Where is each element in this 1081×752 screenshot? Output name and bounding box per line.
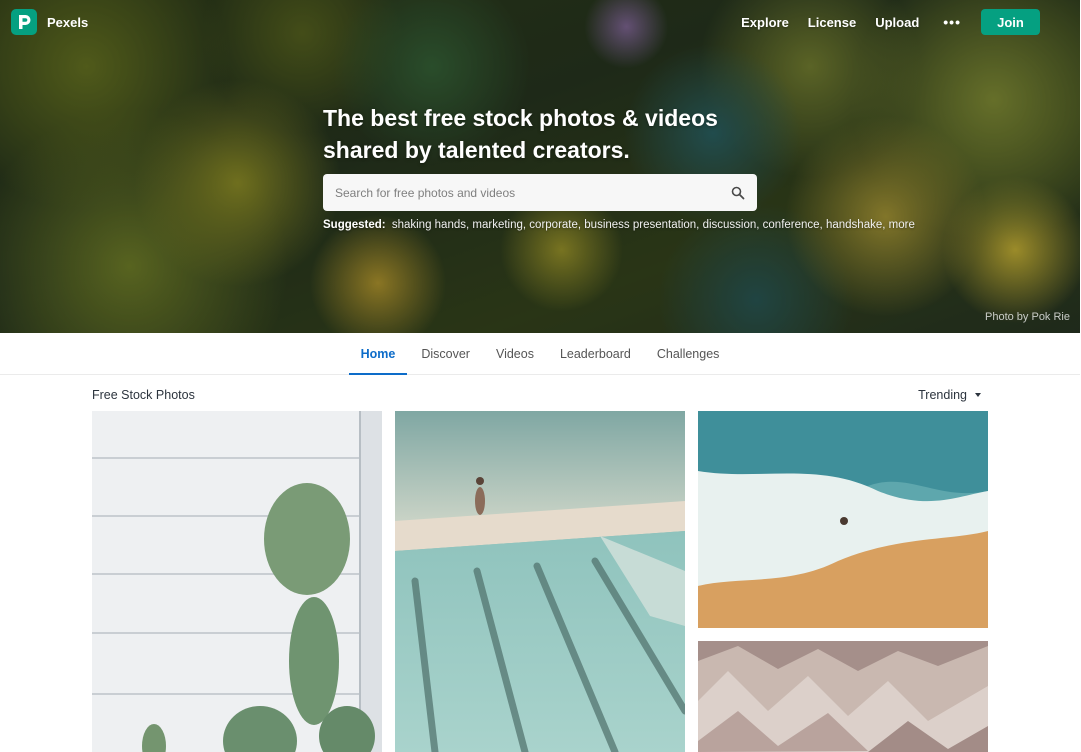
brand-name: Pexels (47, 14, 89, 30)
photo-swimmer-by-pool[interactable] (395, 411, 685, 752)
nav-explore[interactable]: Explore (741, 15, 789, 30)
photo-cactus-image (92, 411, 382, 752)
photo-credit[interactable]: Photo by Pok Rie (985, 311, 1070, 323)
section-title: Free Stock Photos (92, 388, 195, 402)
suggested-tag[interactable]: shaking hands, (392, 219, 469, 231)
suggested-label: Suggested: (323, 219, 386, 231)
sort-label: Trending (918, 388, 967, 402)
hero-headline: The best free stock photos & videos shar… (323, 102, 783, 166)
tab-videos[interactable]: Videos (484, 333, 546, 374)
more-menu-icon[interactable]: ••• (943, 14, 961, 30)
join-button[interactable]: Join (981, 9, 1040, 35)
hero-banner: Pexels Explore License Upload ••• Join T… (0, 0, 1080, 333)
search-input[interactable] (335, 185, 731, 200)
pexels-logo[interactable]: Pexels (11, 9, 88, 35)
main-tabs: Home Discover Videos Leaderboard Challen… (0, 333, 1080, 375)
suggested-tag[interactable]: marketing, (472, 219, 526, 231)
tab-leaderboard[interactable]: Leaderboard (548, 333, 643, 374)
tab-home[interactable]: Home (348, 333, 408, 375)
suggested-tag[interactable]: corporate, (529, 219, 581, 231)
suggested-more[interactable]: more (889, 219, 915, 231)
photo-aerial-beach-waves[interactable] (698, 411, 988, 628)
search-bar (323, 174, 757, 211)
tab-challenges[interactable]: Challenges (645, 333, 732, 374)
hero-headline-line1: The best free stock photos & videos (323, 105, 718, 131)
photo-beach-image (698, 411, 988, 628)
hero-headline-line2: shared by talented creators. (323, 137, 630, 163)
top-nav: Explore License Upload ••• Join (741, 9, 1080, 35)
photo-pink-mountain-ridges[interactable] (698, 641, 988, 752)
tab-discover[interactable]: Discover (409, 333, 482, 374)
chevron-down-icon (975, 393, 981, 397)
suggested-tag[interactable]: discussion, (703, 219, 760, 231)
sort-dropdown[interactable]: Trending (918, 388, 981, 402)
suggested-searches: Suggested: shaking hands, marketing, cor… (323, 219, 915, 231)
pexels-logo-icon (11, 9, 37, 35)
photo-cactus-against-white-wall[interactable] (92, 411, 382, 752)
photo-mountain-image (698, 641, 988, 752)
nav-upload[interactable]: Upload (875, 15, 919, 30)
photo-pool-image (395, 411, 685, 752)
suggested-tag[interactable]: conference, (763, 219, 823, 231)
suggested-tag[interactable]: business presentation, (584, 219, 699, 231)
search-icon[interactable] (731, 186, 745, 200)
nav-license[interactable]: License (808, 15, 856, 30)
suggested-tag[interactable]: handshake, (826, 219, 885, 231)
